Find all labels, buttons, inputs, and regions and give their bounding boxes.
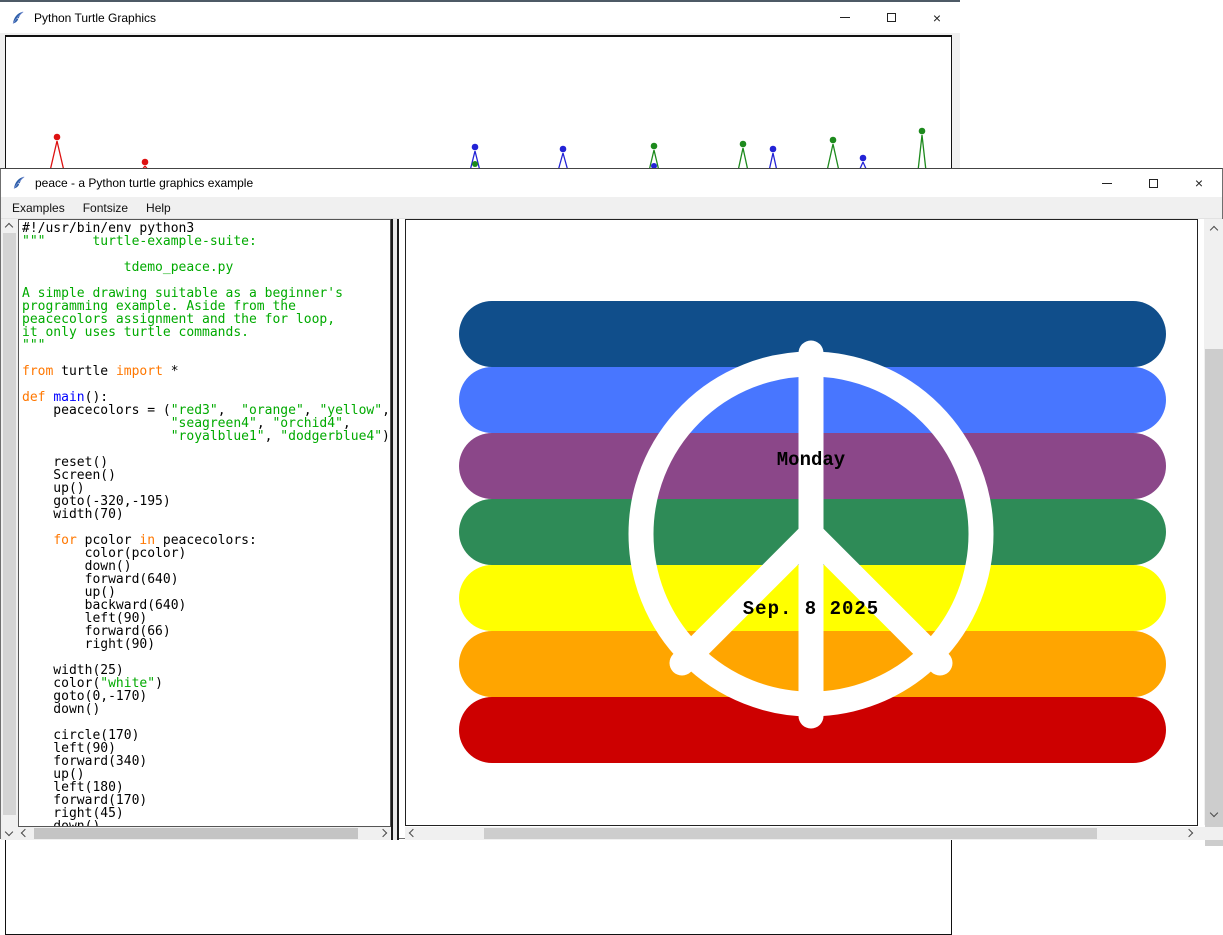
canvas-horizontal-scrollbar[interactable] [405,827,1198,840]
code-line: "royalblue1", "dodgerblue4") [22,430,390,443]
fg-titlebar: peace - a Python turtle graphics example… [1,169,1222,197]
close-icon: × [1195,176,1203,190]
scroll-right-icon[interactable] [1185,829,1193,837]
code-line: from turtle import * [22,365,390,378]
code-line: down() [22,820,390,827]
tree-figure [50,134,64,171]
code-line: """ turtle-example-suite: [22,235,390,248]
tree-figure [827,137,839,171]
fg-maximize-button[interactable] [1130,169,1176,197]
canvas-vertical-scrollbar[interactable] [1204,219,1223,825]
tree-figure [738,141,748,171]
canvas-hscroll-thumb[interactable] [484,828,1097,839]
bg-window-title: Python Turtle Graphics [34,11,156,25]
code-vscroll-thumb[interactable] [3,233,16,815]
minimize-icon [1102,183,1112,184]
bg-titlebar: Python Turtle Graphics × [0,2,960,33]
pane-divider[interactable] [391,219,399,840]
minimize-icon [840,17,850,18]
canvas-vscroll-thumb[interactable] [1205,349,1223,846]
date-text: Sep. 8 2025 [743,598,879,620]
weekday-text: Monday [777,449,846,471]
tree-figure [649,143,659,171]
scroll-up-icon[interactable] [5,223,13,231]
tk-feather-icon [10,10,26,26]
tree-figure [470,144,480,171]
window-peace-example: peace - a Python turtle graphics example… [0,168,1223,839]
menu-fontsize[interactable]: Fontsize [74,198,137,218]
bg-trees-drawing [6,37,951,177]
scroll-left-icon[interactable] [409,829,417,837]
menubar: Examples Fontsize Help [1,197,1222,219]
code-vertical-scrollbar[interactable] [1,219,18,827]
scroll-down-icon[interactable] [5,828,13,836]
scroll-up-icon[interactable] [1210,226,1218,234]
code-line: width(70) [22,508,390,521]
tk-feather-icon [11,175,27,191]
trees-group [50,128,926,171]
code-line: down() [22,703,390,716]
menu-examples[interactable]: Examples [3,198,74,218]
scroll-right-icon[interactable] [379,829,387,837]
maximize-icon [1149,179,1158,188]
fg-window-title: peace - a Python turtle graphics example [35,176,253,190]
peace-drawing: Monday Sep. 8 2025 [406,220,1197,825]
menu-help[interactable]: Help [137,198,180,218]
content-area: #!/usr/bin/env python3""" turtle-example… [1,219,1222,838]
bg-minimize-button[interactable] [822,2,868,33]
scrollbar-corner [1198,827,1223,840]
turtle-canvas: Monday Sep. 8 2025 [405,219,1198,826]
code-vscroll-bottom-arrow[interactable] [1,827,18,840]
code-horizontal-scrollbar[interactable] [18,827,391,840]
code-line: """ [22,339,390,352]
maximize-icon [887,13,896,22]
code-hscroll-thumb[interactable] [34,828,358,839]
code-line: right(90) [22,638,390,651]
bg-maximize-button[interactable] [868,2,914,33]
code-line: it only uses turtle commands. [22,326,390,339]
tree-figure [918,128,926,171]
scroll-left-icon[interactable] [21,829,29,837]
close-icon: × [933,11,941,25]
bg-close-button[interactable]: × [914,2,960,33]
code-text[interactable]: #!/usr/bin/env python3""" turtle-example… [18,219,391,827]
fg-close-button[interactable]: × [1176,169,1222,197]
fg-minimize-button[interactable] [1084,169,1130,197]
code-line: tdemo_peace.py [22,261,390,274]
